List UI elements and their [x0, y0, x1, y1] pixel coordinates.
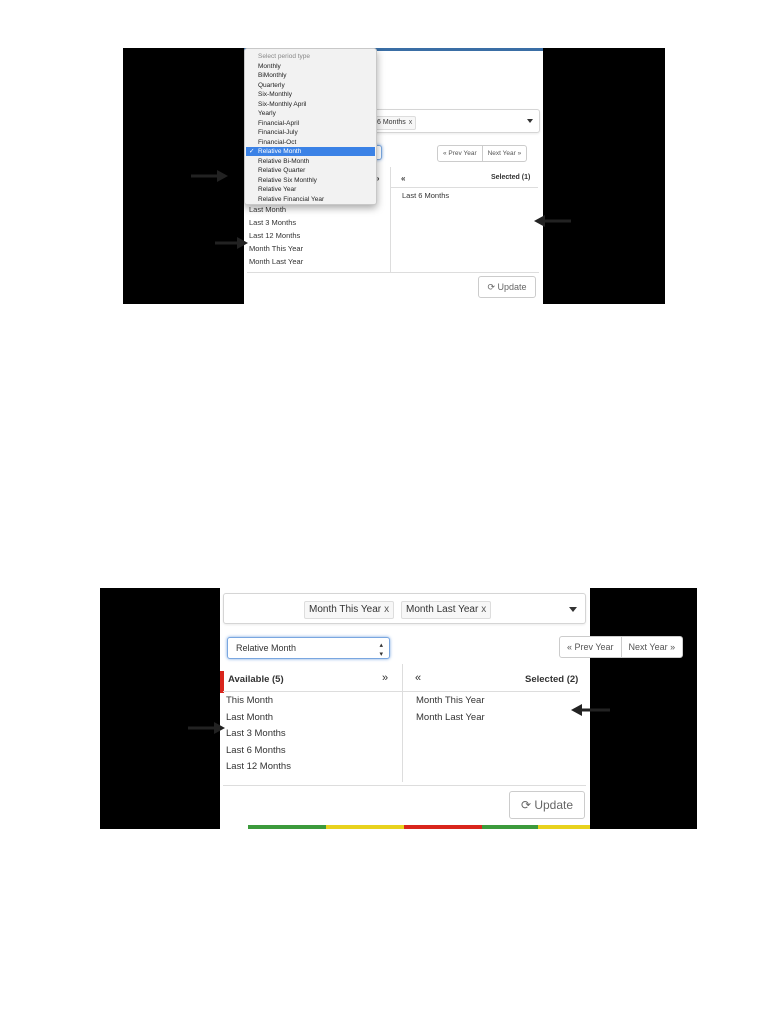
update-button[interactable]: ⟳ Update — [478, 276, 536, 298]
move-all-left-button[interactable]: « — [415, 672, 421, 684]
dropdown-option[interactable]: Financial-Oct — [258, 138, 296, 147]
column-divider — [390, 167, 391, 272]
annotation-arrow-right-icon — [191, 170, 228, 182]
dropdown-option[interactable]: Quarterly — [258, 81, 285, 90]
header-divider — [403, 691, 580, 692]
selected-periods-box[interactable]: Month This Year x Month Last Year x — [223, 593, 586, 624]
screenshot-2: Month This Year x Month Last Year x Relati… — [100, 588, 697, 829]
dropdown-option[interactable]: Relative Quarter — [258, 166, 305, 175]
dropdown-header: Select period type — [258, 53, 311, 60]
dropdown-option[interactable]: Six-Monthly — [258, 90, 292, 99]
selected-item[interactable]: Last 6 Months — [402, 191, 449, 200]
selected-item[interactable]: Month Last Year — [416, 712, 485, 723]
period-type-value: Relative Month — [236, 643, 297, 653]
available-item[interactable]: Last 3 Months — [226, 728, 286, 739]
period-type-select[interactable]: Relative Month ▴ ▾ — [227, 637, 390, 659]
selected-header: Selected (1) — [491, 174, 531, 181]
dropdown-option[interactable]: Relative Six Monthly — [258, 176, 317, 185]
header-divider — [391, 187, 538, 188]
dropdown-option[interactable]: BiMonthly — [258, 71, 287, 80]
update-button-label: Update — [534, 798, 574, 812]
dropdown-option[interactable]: Financial-April — [258, 119, 299, 128]
selected-period-tag: Month Last Year x — [401, 601, 492, 619]
period-selector-panel: Month This Year x Month Last Year x Relati… — [220, 588, 684, 829]
tag-label: Month This Year — [309, 604, 382, 615]
prev-year-button[interactable]: « Prev Year — [560, 637, 621, 657]
status-stripe — [248, 825, 590, 829]
prev-year-button[interactable]: « Prev Year — [438, 146, 482, 161]
select-arrows-icon: ▴▾ — [379, 642, 383, 658]
available-header: Available (5) — [228, 674, 284, 685]
column-divider — [402, 664, 403, 782]
selected-period-tag: Month This Year x — [304, 601, 395, 619]
tag-label: 6 Months — [377, 119, 406, 126]
remove-tag-button[interactable]: x — [409, 119, 413, 126]
annotation-arrow-left-icon — [534, 215, 571, 227]
period-type-dropdown[interactable]: Select period type Monthly BiMonthly Qua… — [244, 48, 377, 205]
footer-divider — [223, 785, 586, 786]
move-all-right-button[interactable]: » — [382, 672, 388, 684]
available-item[interactable]: Last 3 Months — [249, 218, 296, 227]
screenshot-1: 6 Monthsx ▴▾ « Prev Year Next Year » » «… — [123, 48, 665, 304]
available-item[interactable]: Last Month — [226, 712, 273, 723]
dropdown-option[interactable]: Yearly — [258, 109, 276, 118]
available-item[interactable]: Last 12 Months — [226, 761, 291, 772]
dropdown-option[interactable]: Relative Year — [258, 185, 296, 194]
available-marker — [220, 671, 224, 693]
remove-tag-button[interactable]: x — [384, 604, 389, 615]
annotation-arrow-right-icon — [188, 722, 225, 734]
refresh-icon: ⟳ — [487, 282, 495, 292]
remove-tag-button[interactable]: x — [481, 604, 486, 615]
update-button[interactable]: ⟳ Update — [509, 791, 585, 819]
available-item[interactable]: This Month — [226, 695, 273, 706]
selected-item[interactable]: Month This Year — [416, 695, 484, 706]
update-button-label: Update — [497, 282, 527, 292]
checkmark-icon: ✓ — [249, 148, 255, 155]
dropdown-option[interactable]: Relative Bi-Month — [258, 157, 309, 166]
next-year-button[interactable]: Next Year » — [481, 146, 527, 161]
available-item[interactable]: Month Last Year — [249, 257, 303, 266]
dropdown-option-label: Relative Month — [258, 148, 302, 155]
tag-label: Month Last Year — [406, 604, 479, 615]
available-item[interactable]: Last 6 Months — [226, 745, 286, 756]
annotation-arrow-left-icon — [571, 704, 610, 716]
available-item[interactable]: Month This Year — [249, 244, 303, 253]
selected-period-tag: 6 Months x — [373, 116, 417, 130]
year-navigation: « Prev Year Next Year » — [437, 145, 528, 162]
annotation-arrow-right-icon — [215, 237, 248, 249]
selected-header: Selected (2) — [525, 674, 579, 685]
dropdown-option[interactable]: Financial-July — [258, 128, 298, 137]
available-item[interactable]: Last 12 Months — [249, 231, 300, 240]
footer-divider — [247, 272, 539, 273]
move-all-left-button[interactable]: « — [401, 174, 405, 183]
next-year-button[interactable]: Next Year » — [620, 637, 683, 657]
header-divider — [223, 691, 402, 692]
available-item[interactable]: Last Month — [249, 205, 286, 214]
dropdown-option[interactable]: Relative Financial Year — [258, 195, 324, 204]
chevron-down-icon[interactable] — [527, 119, 533, 123]
dropdown-option[interactable]: Six-Monthly April — [258, 100, 306, 109]
dropdown-option-selected[interactable]: ✓ Relative Month — [246, 147, 375, 156]
chevron-down-icon[interactable] — [569, 607, 577, 612]
year-navigation: « Prev Year Next Year » — [559, 636, 684, 658]
refresh-icon: ⟳ — [520, 798, 531, 812]
dropdown-option[interactable]: Monthly — [258, 62, 281, 71]
